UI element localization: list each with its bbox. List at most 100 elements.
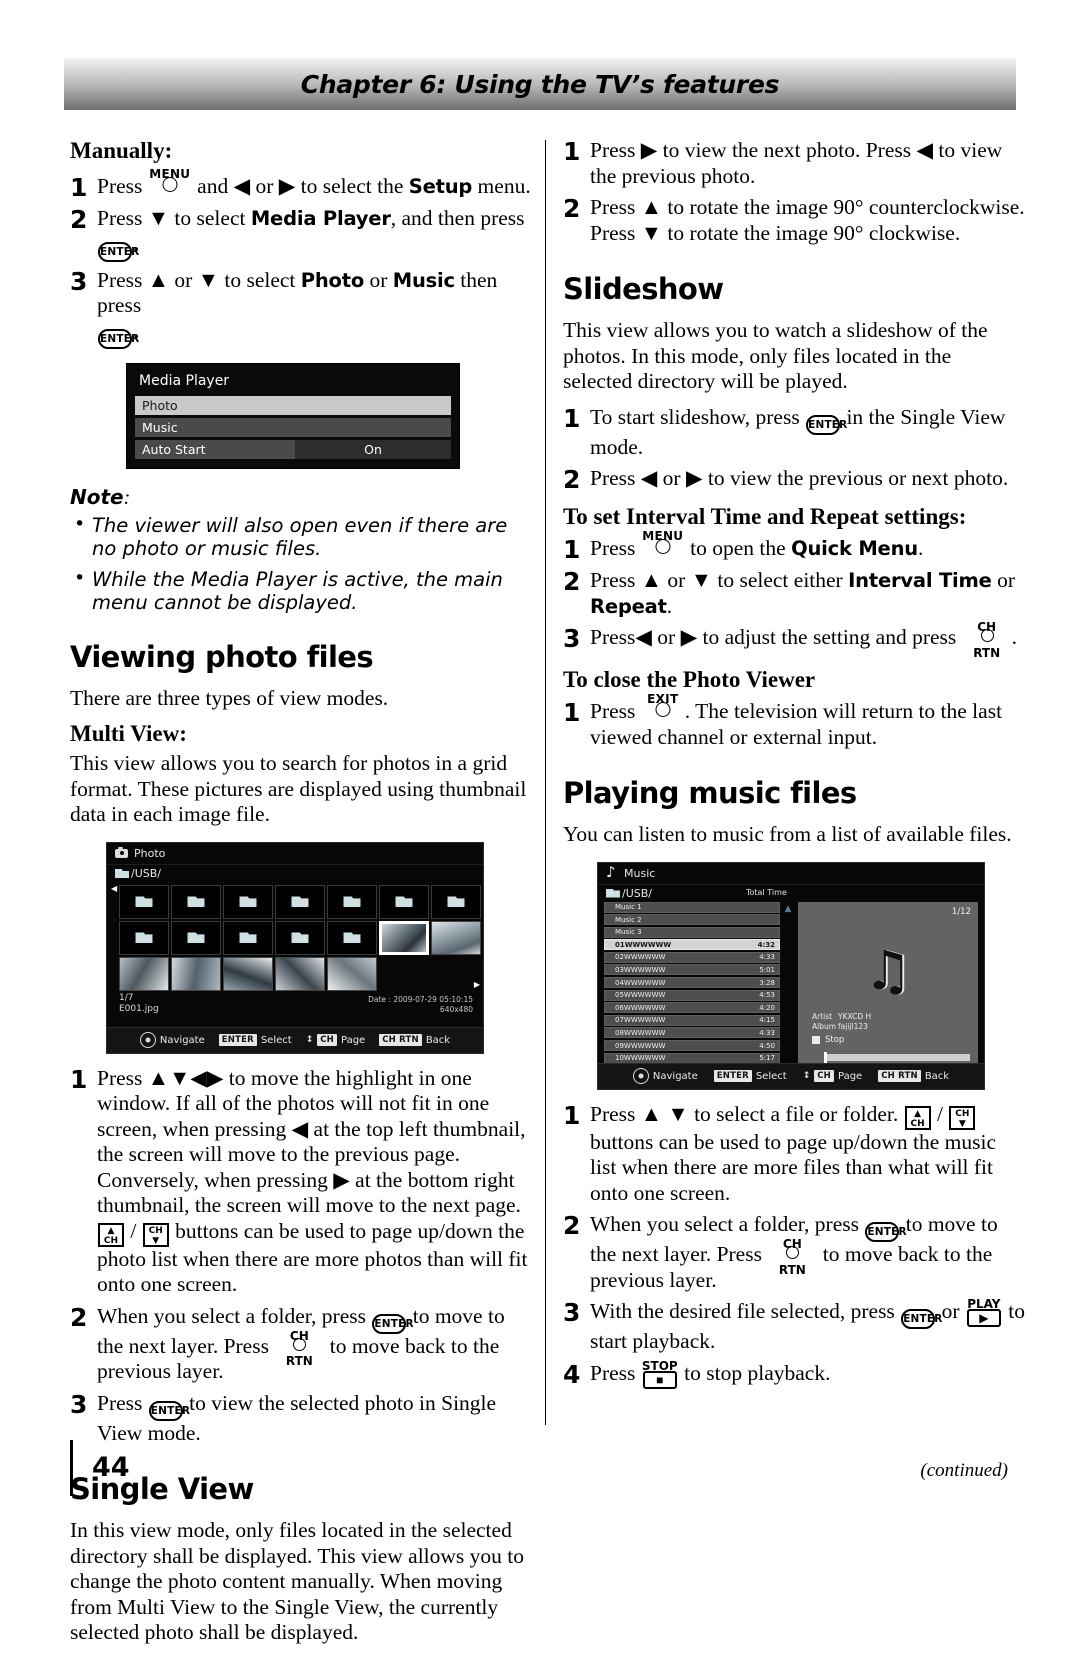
chapter-title: Chapter 6: Using the TV’s features	[300, 69, 780, 99]
step-number: 3	[70, 1389, 88, 1419]
photo-grid-cell[interactable]	[171, 956, 221, 991]
track-duration: 4:53	[759, 991, 775, 1000]
row-label: Auto Start	[135, 439, 295, 459]
right-step-1: 1 Press ▶ to view the next photo. Press …	[563, 138, 1025, 189]
key-ring	[655, 539, 671, 554]
quick-menu-bold: Quick Menu	[791, 537, 918, 560]
photo-grid-wrap: ◀ ▶	[107, 883, 483, 991]
note-list: The viewer will also open even if there …	[70, 513, 532, 614]
music-step-3: 3 With the desired file selected, press …	[563, 1297, 1025, 1355]
folder-icon	[291, 932, 309, 943]
play-key-label: PLAY	[967, 1297, 1001, 1311]
track-row[interactable]: 04WWWWWW 3:28	[604, 977, 780, 989]
ch-up-key-icon: ▲ CH	[98, 1222, 124, 1247]
folder-icon	[239, 896, 257, 907]
step-text-before: Press ▲ or ▼ to select	[97, 267, 301, 292]
photo-grid-cell[interactable]	[171, 920, 221, 955]
photo-grid-cell[interactable]	[379, 884, 429, 919]
music-note-icon	[606, 863, 618, 881]
repeat-bold: Repeat	[590, 594, 667, 618]
photo-bold: Photo	[300, 268, 365, 292]
key-ring	[980, 629, 994, 642]
ch-label: CH	[148, 1225, 163, 1236]
step-text: Press ▶ to view the next photo. Press ◀ …	[590, 138, 1003, 188]
hint-label: Back	[425, 1034, 451, 1046]
slideshow-heading: Slideshow	[563, 272, 724, 306]
photo-grid-cell[interactable]	[223, 884, 273, 919]
step-number: 2	[563, 1211, 581, 1240]
photo-grid-cell[interactable]	[119, 884, 169, 919]
photo-grid-cell[interactable]	[119, 956, 169, 991]
music-player-path: /USB/ Total Time	[598, 885, 984, 902]
photo-grid-cell[interactable]	[275, 920, 325, 955]
media-player-row-autostart[interactable]: Auto Start On	[135, 439, 451, 459]
track-row[interactable]: 07WWWWWW 4:15	[604, 1014, 780, 1026]
photo-grid-cell[interactable]	[431, 884, 481, 919]
page-left-arrow-icon: ◀	[111, 883, 118, 893]
music-note-large-icon: ♫	[863, 938, 913, 1002]
enter-key-icon: ENTER	[901, 1309, 942, 1329]
ch-rtn-key-icon: CH RTN	[276, 1329, 322, 1369]
photo-index: 1/7	[119, 992, 134, 1003]
track-row[interactable]: 03WWWWWW 5:01	[604, 964, 780, 976]
photo-grid-cell[interactable]	[171, 884, 221, 919]
ch-label: CH	[910, 1118, 925, 1129]
track-row[interactable]: Music 2	[604, 914, 780, 926]
key-ring	[293, 1337, 307, 1351]
photo-grid-cell[interactable]	[275, 956, 325, 991]
stop-key-icon: STOP ■	[641, 1358, 678, 1389]
track-row[interactable]: 09WWWWWW 4:50	[604, 1040, 780, 1052]
left-step-3: 3 Press ▲ or ▼ to select Photo or Music …	[70, 268, 532, 349]
step-number: 1	[563, 137, 581, 166]
status-text: Stop	[825, 1034, 845, 1045]
media-player-row-photo[interactable]: Photo	[135, 395, 451, 415]
track-row[interactable]: 06WWWWWW 4:20	[604, 1002, 780, 1014]
step-text-a: Press ▲ ▼ to select a file or folder.	[590, 1101, 904, 1126]
enter-key-icon: ENTER	[98, 241, 139, 262]
step-text-end: .	[133, 231, 139, 256]
photo-grid-cell-selected[interactable]	[379, 920, 429, 955]
note-block: Note: The viewer will also open even if …	[70, 485, 532, 614]
track-row[interactable]: 02WWWWWW 4:33	[604, 951, 780, 963]
progress-knob[interactable]	[824, 1051, 827, 1063]
multi-step-3: 3 Press ENTER to view the selected photo…	[70, 1391, 532, 1447]
track-row[interactable]: 05WWWWWW 4:53	[604, 989, 780, 1001]
photo-grid-cell[interactable]	[119, 920, 169, 955]
step-text-mid: or	[364, 267, 393, 292]
music-player-titlebar: Music	[598, 863, 984, 885]
folder-icon	[447, 896, 465, 907]
hint-navigate: Navigate	[632, 1068, 698, 1084]
track-row-selected[interactable]: 01WWWWWW 4:32	[604, 939, 780, 951]
camera-icon	[115, 846, 128, 858]
photo-grid-cell[interactable]	[327, 920, 377, 955]
photo-filename: E001.jpg	[119, 1003, 159, 1014]
step-number: 2	[70, 205, 88, 234]
scroll-up-icon[interactable]: ▲	[785, 904, 792, 914]
photo-grid-cell[interactable]	[431, 920, 481, 955]
playback-progress-bar[interactable]	[824, 1051, 970, 1063]
menu-key-icon: MENU	[149, 167, 190, 193]
step-number: 3	[563, 1298, 581, 1327]
music-player-screenshot: Music /USB/ Total Time Music 1 Music 2 M…	[597, 861, 985, 1090]
close-photo-viewer-heading: To close the Photo Viewer	[563, 667, 816, 692]
left-step-2: 2 Press ▼ to select Media Player, and th…	[70, 206, 532, 262]
music-step-2: 2 When you select a folder, press ENTER …	[563, 1212, 1025, 1293]
photo-grid-cell[interactable]	[275, 884, 325, 919]
photo-grid-cell[interactable]	[223, 920, 273, 955]
hint-page: ↕ CH Page	[306, 1034, 365, 1046]
track-row[interactable]: 08WWWWWW 4:33	[604, 1027, 780, 1039]
folder-icon	[135, 932, 153, 943]
viewing-photo-files-intro: There are three types of view modes.	[70, 685, 389, 710]
step-text: When you select a folder, press ENTER to…	[97, 1304, 532, 1385]
playback-status: Stop	[812, 1035, 844, 1045]
track-row[interactable]: Music 3	[604, 926, 780, 938]
step-text-tail: .	[1011, 625, 1018, 649]
photo-grid-cell[interactable]	[223, 956, 273, 991]
media-player-row-music[interactable]: Music	[135, 417, 451, 437]
photo-viewer-hintbar: Navigate ENTER Select ↕ CH Page CH RTN Back	[107, 1026, 483, 1053]
step-text-tail: , and then press	[390, 206, 525, 230]
photo-grid-cell[interactable]	[327, 884, 377, 919]
artist-key: Artist	[812, 1011, 833, 1021]
track-row[interactable]: Music 1	[604, 901, 780, 913]
photo-grid-cell[interactable]	[327, 956, 377, 991]
